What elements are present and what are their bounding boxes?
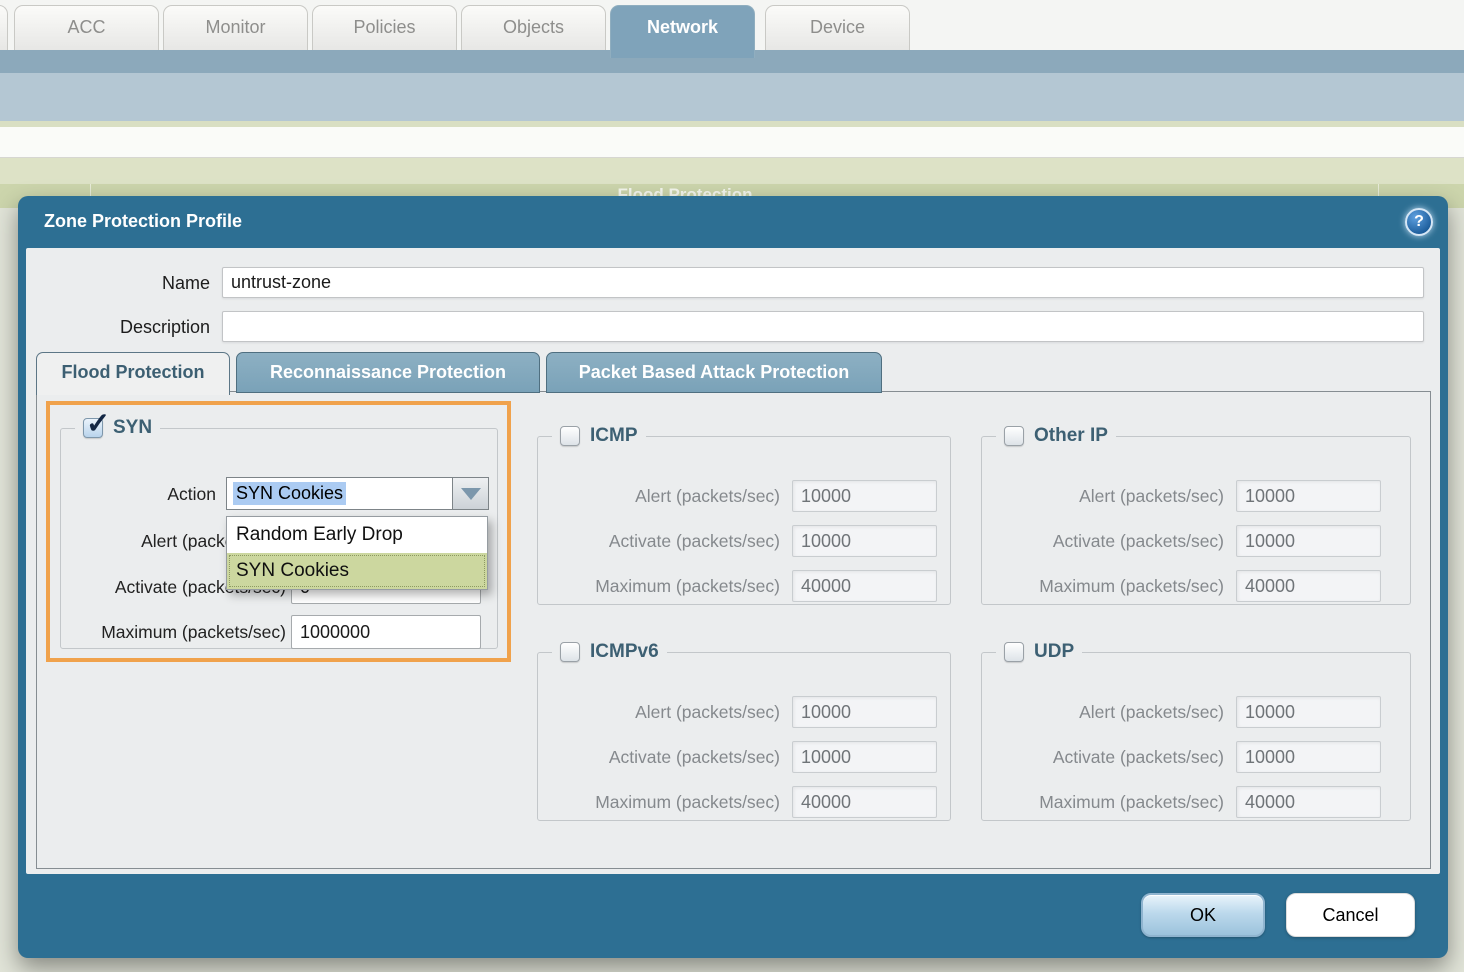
other-ip-group: Other IP Alert (packets/sec) 10000 Activa… (981, 425, 1411, 605)
other-ip-activate-input[interactable]: 10000 (1236, 525, 1381, 557)
dialog-body: Name untrust-zone Description Flood Prot… (26, 248, 1440, 874)
app-tab-acc[interactable]: ACC (14, 5, 159, 50)
chevron-down-icon (460, 487, 481, 500)
udp-activate-label: Activate (packets/sec) (1052, 746, 1224, 767)
syn-group-title: SYN (113, 417, 153, 438)
udp-alert-input[interactable]: 10000 (1236, 696, 1381, 728)
icmp-alert-input[interactable]: 10000 (792, 480, 937, 512)
udp-maximum-input[interactable]: 40000 (1236, 786, 1381, 818)
icmpv6-group: ICMPv6 Alert (packets/sec) 10000 Activate… (537, 641, 951, 821)
syn-maximum-input[interactable]: 1000000 (291, 615, 481, 649)
icmp-legend: ICMP (552, 425, 646, 447)
icmp-group: ICMP Alert (packets/sec) 10000 Activate (… (537, 425, 951, 605)
flood-protection-panel: SYN Action SYN Cookies Alert (packets/se… (36, 391, 1431, 869)
icmpv6-legend: ICMPv6 (552, 641, 667, 663)
syn-action-row: Action SYN Cookies (61, 477, 499, 511)
action-combobox[interactable]: SYN Cookies (226, 477, 489, 510)
icmp-maximum-input[interactable]: 40000 (792, 570, 937, 602)
icmp-group-title: ICMP (590, 425, 638, 446)
syn-maximum-label: Maximum (packets/sec) (101, 621, 286, 642)
app-tab-policies[interactable]: Policies (312, 5, 457, 50)
icmpv6-maximum-label: Maximum (packets/sec) (595, 791, 780, 812)
icmp-activate-input[interactable]: 10000 (792, 525, 937, 557)
icmp-alert-label: Alert (packets/sec) (635, 485, 780, 506)
app-tab-partial[interactable] (0, 5, 8, 50)
other-ip-alert-label: Alert (packets/sec) (1079, 485, 1224, 506)
udp-group: UDP Alert (packets/sec) 10000 Activate (p… (981, 641, 1411, 821)
syn-group: SYN Action SYN Cookies Alert (packets/se… (60, 406, 499, 649)
app-tab-objects[interactable]: Objects (461, 5, 606, 50)
other-ip-maximum-input[interactable]: 40000 (1236, 570, 1381, 602)
icmpv6-checkbox[interactable] (560, 642, 580, 662)
syn-maximum-row: Maximum (packets/sec) 1000000 (61, 615, 499, 649)
tab-reconnaissance-protection[interactable]: Reconnaissance Protection (236, 352, 540, 393)
dropdown-option-random-early-drop[interactable]: Random Early Drop (227, 517, 487, 553)
udp-legend: UDP (996, 641, 1082, 663)
other-ip-group-title: Other IP (1034, 425, 1108, 446)
udp-activate-input[interactable]: 10000 (1236, 741, 1381, 773)
icmpv6-maximum-input[interactable]: 40000 (792, 786, 937, 818)
dropdown-option-syn-cookies[interactable]: SYN Cookies (227, 553, 487, 589)
name-label: Name (161, 273, 210, 293)
tab-packet-based-attack-protection[interactable]: Packet Based Attack Protection (546, 352, 882, 393)
action-selected-text: SYN Cookies (233, 482, 347, 505)
icmpv6-group-title: ICMPv6 (590, 641, 659, 662)
tab-flood-protection[interactable]: Flood Protection (36, 352, 230, 395)
udp-alert-label: Alert (packets/sec) (1079, 701, 1224, 722)
udp-checkbox[interactable] (1004, 642, 1024, 662)
toolbar-strip (0, 127, 1464, 158)
other-ip-checkbox[interactable] (1004, 426, 1024, 446)
action-dropdown-button[interactable] (453, 477, 489, 510)
help-icon[interactable]: ? (1405, 208, 1433, 236)
app-tab-network[interactable]: Network (610, 5, 755, 58)
icmp-activate-label: Activate (packets/sec) (608, 530, 780, 551)
name-input[interactable]: untrust-zone (222, 267, 1424, 298)
app-tab-monitor[interactable]: Monitor (163, 5, 308, 50)
screen: Flood Protection ACC Monitor Policies Ob… (0, 0, 1464, 972)
action-combobox-value[interactable]: SYN Cookies (226, 477, 453, 510)
icmpv6-alert-input[interactable]: 10000 (792, 696, 937, 728)
nav-bar-light (0, 73, 1464, 121)
icmpv6-activate-label: Activate (packets/sec) (608, 746, 780, 767)
description-label: Description (119, 317, 210, 337)
syn-legend: SYN (75, 406, 160, 441)
udp-maximum-label: Maximum (packets/sec) (1039, 791, 1224, 812)
icmpv6-activate-input[interactable]: 10000 (792, 741, 937, 773)
other-ip-activate-label: Activate (packets/sec) (1052, 530, 1224, 551)
udp-group-title: UDP (1034, 641, 1075, 662)
description-input[interactable] (222, 311, 1424, 342)
icmp-checkbox[interactable] (560, 426, 580, 446)
action-dropdown-list: Random Early Drop SYN Cookies (226, 516, 488, 590)
app-tab-device[interactable]: Device (765, 5, 910, 50)
ok-button[interactable]: OK (1141, 893, 1265, 937)
other-ip-legend: Other IP (996, 425, 1116, 447)
action-label: Action (167, 483, 216, 504)
cancel-button[interactable]: Cancel (1286, 893, 1415, 937)
icmpv6-alert-label: Alert (packets/sec) (635, 701, 780, 722)
zone-protection-profile-dialog: Zone Protection Profile ? Name untrust-z… (18, 196, 1448, 958)
dialog-title: Zone Protection Profile (44, 211, 243, 231)
icmp-maximum-label: Maximum (packets/sec) (595, 575, 780, 596)
syn-checkbox[interactable] (83, 406, 110, 441)
other-ip-maximum-label: Maximum (packets/sec) (1039, 575, 1224, 596)
other-ip-alert-input[interactable]: 10000 (1236, 480, 1381, 512)
page-background-top (0, 158, 1464, 184)
